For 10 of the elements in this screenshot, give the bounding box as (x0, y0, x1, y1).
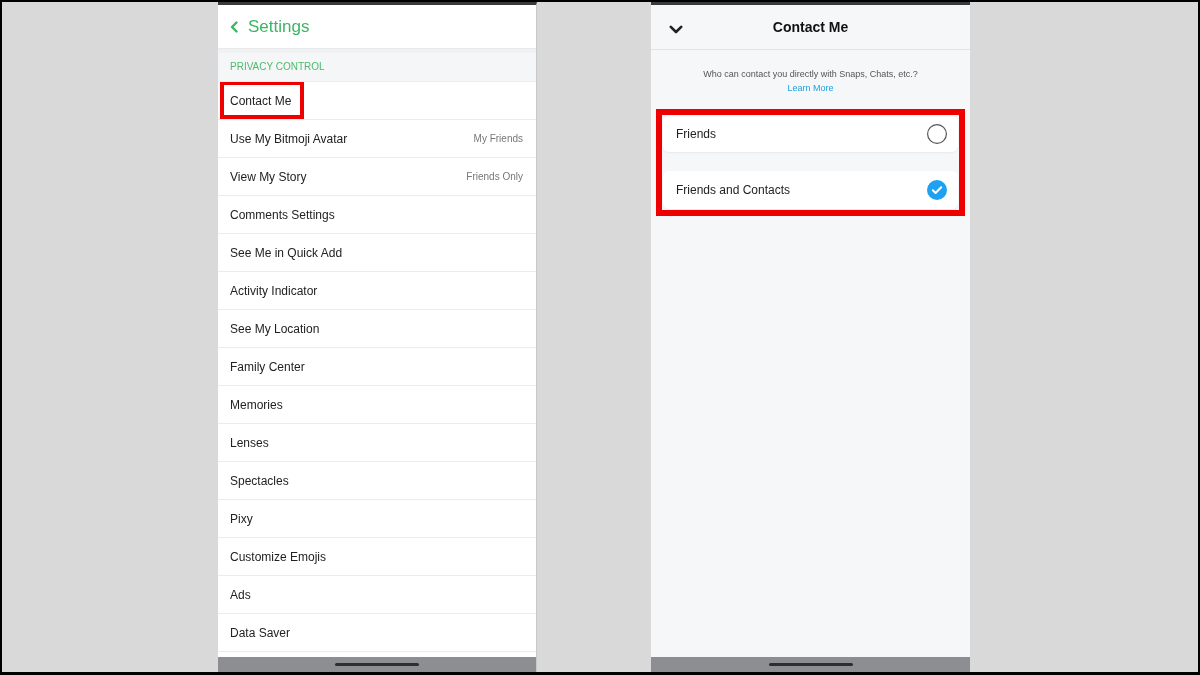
row-value: Friends Only (466, 170, 523, 184)
option-row[interactable]: Friends (663, 116, 958, 152)
settings-row[interactable]: Contact Me (218, 82, 536, 120)
section-header: PRIVACY CONTROL (218, 53, 536, 82)
screen-title: Contact Me (772, 19, 849, 35)
row-value: My Friends (473, 132, 523, 146)
chevron-down-icon[interactable] (669, 25, 683, 34)
chevron-left-icon (230, 20, 238, 33)
option-row[interactable]: Friends and Contacts (663, 171, 958, 209)
description-text: Who can contact you directly with Snaps, Chats, etc.? (703, 69, 918, 79)
